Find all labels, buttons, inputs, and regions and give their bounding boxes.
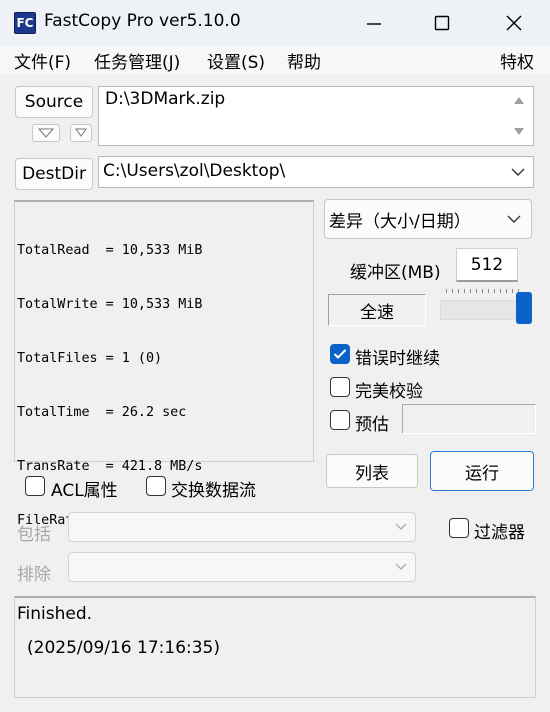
close-button[interactable] [484, 0, 544, 46]
buffer-label: 缓冲区(MB) [350, 263, 441, 283]
source-path-box[interactable]: D:\3DMark.zip [98, 86, 534, 146]
minimize-button[interactable] [344, 0, 404, 46]
window-title: FastCopy Pro ver5.10.0 [44, 11, 241, 31]
continue-on-error-checkbox[interactable] [330, 344, 350, 364]
dest-path-combo[interactable]: C:\Users\zol\Desktop\ [98, 156, 534, 188]
streams-checkbox[interactable] [146, 476, 166, 496]
status-message: Finished. [17, 604, 93, 624]
maximize-button[interactable] [412, 0, 472, 46]
estimate-checkbox[interactable] [330, 410, 350, 430]
buffer-size-value: 512 [470, 254, 504, 275]
triangle-down-icon [38, 128, 54, 138]
include-combo[interactable] [68, 512, 416, 542]
source-button[interactable]: Source [15, 86, 93, 118]
stat-total-files: TotalFiles = 1 (0) [17, 351, 163, 366]
menu-help[interactable]: 帮助 [287, 48, 321, 73]
run-button[interactable]: 运行 [430, 451, 534, 491]
menu-file[interactable]: 文件(F) [14, 48, 71, 73]
streams-label[interactable]: 交换数据流 [171, 476, 256, 501]
chevron-down-icon [511, 168, 525, 176]
dest-path-text: C:\Users\zol\Desktop\ [103, 161, 286, 181]
speed-slider-thumb[interactable] [516, 292, 532, 324]
exclude-combo[interactable] [68, 552, 416, 582]
chevron-down-icon [395, 563, 407, 570]
exclude-label: 排除 [17, 565, 51, 585]
source-path-text: D:\3DMark.zip [105, 89, 226, 109]
speed-label: 全速 [360, 302, 394, 323]
verify-checkbox[interactable] [330, 377, 350, 397]
list-button[interactable]: 列表 [326, 454, 418, 488]
status-timestamp: (2025/09/16 17:16:35) [27, 638, 221, 658]
stat-total-read: TotalRead = 10,533 MiB [17, 243, 203, 258]
destdir-button[interactable]: DestDir [15, 158, 93, 190]
copy-mode-value: 差异（大小/日期） [329, 211, 471, 232]
menu-jobs[interactable]: 任务管理(J) [94, 48, 180, 73]
status-panel: Finished. (2025/09/16 17:16:35) [14, 596, 536, 698]
scroll-down-icon[interactable] [513, 127, 525, 137]
estimate-label[interactable]: 预估 [355, 410, 389, 435]
menu-privilege[interactable]: 特权 [500, 48, 534, 73]
stat-total-time: TotalTime = 26.2 sec [17, 405, 187, 420]
triangle-down-icon [75, 128, 87, 137]
continue-on-error-label[interactable]: 错误时继续 [355, 344, 440, 369]
menu-settings[interactable]: 设置(S) [207, 48, 265, 73]
minimize-icon [367, 23, 381, 25]
speed-slider[interactable] [440, 286, 532, 326]
acl-label[interactable]: ACL属性 [51, 476, 118, 501]
maximize-icon [434, 15, 450, 31]
include-label: 包括 [17, 525, 51, 545]
chevron-down-icon [395, 523, 407, 530]
acl-checkbox[interactable] [25, 476, 45, 496]
copy-mode-select[interactable]: 差异（大小/日期） [324, 199, 532, 239]
checkmark-icon [333, 349, 347, 359]
menu-bar [0, 46, 550, 74]
estimate-progress-box [402, 404, 536, 434]
filter-checkbox[interactable] [449, 518, 469, 538]
source-dropdown-button[interactable] [70, 124, 92, 142]
stat-trans-rate: TransRate = 421.8 MB/s [17, 459, 203, 474]
app-icon: FC [14, 12, 36, 34]
stat-total-write: TotalWrite = 10,533 MiB [17, 297, 203, 312]
chevron-down-icon [507, 215, 521, 223]
scroll-up-icon[interactable] [513, 95, 525, 105]
source-history-button[interactable] [32, 124, 60, 142]
filter-label[interactable]: 过滤器 [474, 518, 525, 543]
buffer-size-input[interactable]: 512 [456, 248, 518, 282]
speed-label-box: 全速 [328, 294, 426, 326]
verify-label[interactable]: 完美校验 [355, 377, 423, 402]
close-icon [506, 15, 522, 31]
stats-panel: TotalRead = 10,533 MiB TotalWrite = 10,5… [14, 200, 314, 528]
